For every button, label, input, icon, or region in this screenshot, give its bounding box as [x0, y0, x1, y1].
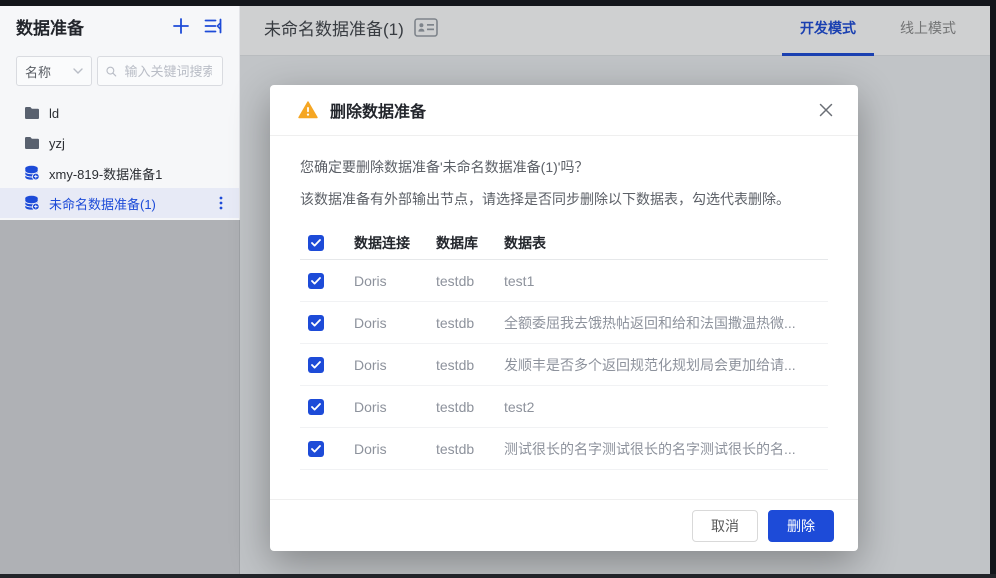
- cancel-button[interactable]: 取消: [692, 510, 758, 542]
- cell-connection: Doris: [354, 315, 436, 331]
- table-row: Doristestdbtest2: [300, 386, 828, 428]
- folder-icon: [24, 106, 40, 120]
- sidebar-items: ld yzj xmy-819-数据准备1 未命名数据准备(1): [0, 98, 239, 218]
- table-rows: Doristestdbtest1Doristestdb全额委屈我去饿热帖返回和给…: [300, 260, 828, 470]
- row-checkbox[interactable]: [308, 399, 324, 415]
- warning-icon: [298, 101, 318, 119]
- table-row: Doristestdb全额委屈我去饿热帖返回和给和法国撒温热微...: [300, 302, 828, 344]
- chevron-down-icon: [73, 68, 83, 74]
- cell-connection: Doris: [354, 273, 436, 289]
- window-edge-top: [0, 0, 996, 6]
- output-tables: 数据连接 数据库 数据表 Doristestdbtest1Doristestdb…: [300, 226, 828, 470]
- keyword-search-box: [97, 56, 223, 86]
- delete-description: 该数据准备有外部输出节点，请选择是否同步删除以下数据表，勾选代表删除。: [300, 188, 828, 210]
- table-row: Doristestdb测试很长的名字测试很长的名字测试很长的名...: [300, 428, 828, 470]
- cell-database: testdb: [436, 315, 504, 331]
- sidebar-header: 数据准备: [0, 0, 239, 52]
- search-icon: [106, 65, 117, 78]
- sidebar-item[interactable]: ld: [0, 98, 239, 128]
- sidebar-panel: 数据准备 名称: [0, 0, 240, 220]
- confirm-question: 您确定要删除数据准备'未命名数据准备(1)'吗？: [300, 156, 828, 178]
- sidebar-item-label: yzj: [49, 136, 229, 151]
- table-row: Doristestdbtest1: [300, 260, 828, 302]
- filter-field-select[interactable]: 名称: [16, 56, 92, 86]
- dialog-body: 您确定要删除数据准备'未命名数据准备(1)'吗？ 该数据准备有外部输出节点，请选…: [270, 136, 858, 470]
- select-all-checkbox[interactable]: [308, 235, 324, 251]
- folder-icon: [24, 136, 40, 150]
- cell-connection: Doris: [354, 399, 436, 415]
- window-edge-right: [990, 0, 996, 578]
- row-checkbox[interactable]: [308, 441, 324, 457]
- kebab-menu-icon[interactable]: [213, 196, 229, 210]
- sidebar-filter-row: 名称: [0, 56, 239, 86]
- database-icon: [24, 165, 40, 181]
- cell-table: 测试很长的名字测试很长的名字测试很长的名...: [504, 439, 828, 459]
- filter-field-value: 名称: [25, 62, 51, 81]
- column-header-database: 数据库: [436, 233, 504, 253]
- dialog-header: 删除数据准备: [270, 85, 858, 136]
- table-row: Doristestdb发顺丰是否多个返回规范化规划局会更加给请...: [300, 344, 828, 386]
- list-collapse-icon[interactable]: [204, 18, 223, 34]
- database-icon: [24, 195, 40, 211]
- sidebar-item[interactable]: xmy-819-数据准备1: [0, 158, 239, 188]
- cell-database: testdb: [436, 441, 504, 457]
- sidebar-title: 数据准备: [16, 14, 158, 39]
- dialog-title: 删除数据准备: [330, 98, 426, 122]
- row-checkbox[interactable]: [308, 357, 324, 373]
- sidebar-item-label: 未命名数据准备(1): [49, 194, 204, 213]
- plus-icon[interactable]: [172, 17, 190, 35]
- dialog-footer: 取消 删除: [270, 499, 858, 551]
- cell-table: 发顺丰是否多个返回规范化规划局会更加给请...: [504, 355, 828, 375]
- cell-database: testdb: [436, 399, 504, 415]
- cell-connection: Doris: [354, 441, 436, 457]
- keyword-search-input[interactable]: [123, 63, 214, 80]
- sidebar-item-label: ld: [49, 106, 229, 121]
- sidebar-item-label: xmy-819-数据准备1: [49, 164, 229, 183]
- cell-table: test1: [504, 273, 828, 289]
- sidebar-item[interactable]: yzj: [0, 128, 239, 158]
- table-header-row: 数据连接 数据库 数据表: [300, 226, 828, 260]
- column-header-connection: 数据连接: [354, 233, 436, 253]
- app-root: 未命名数据准备(1) 开发模式 线上模式: [0, 0, 996, 578]
- sidebar-item[interactable]: 未命名数据准备(1): [0, 188, 239, 218]
- delete-confirm-dialog: 删除数据准备 您确定要删除数据准备'未命名数据准备(1)'吗？ 该数据准备有外部…: [270, 85, 858, 551]
- cell-database: testdb: [436, 273, 504, 289]
- cell-connection: Doris: [354, 357, 436, 373]
- row-checkbox[interactable]: [308, 315, 324, 331]
- close-icon[interactable]: [814, 98, 838, 122]
- window-edge-bottom: [0, 574, 996, 578]
- cell-table: test2: [504, 399, 828, 415]
- column-header-table: 数据表: [504, 233, 828, 253]
- cell-database: testdb: [436, 357, 504, 373]
- row-checkbox[interactable]: [308, 273, 324, 289]
- delete-button[interactable]: 删除: [768, 510, 834, 542]
- cell-table: 全额委屈我去饿热帖返回和给和法国撒温热微...: [504, 313, 828, 333]
